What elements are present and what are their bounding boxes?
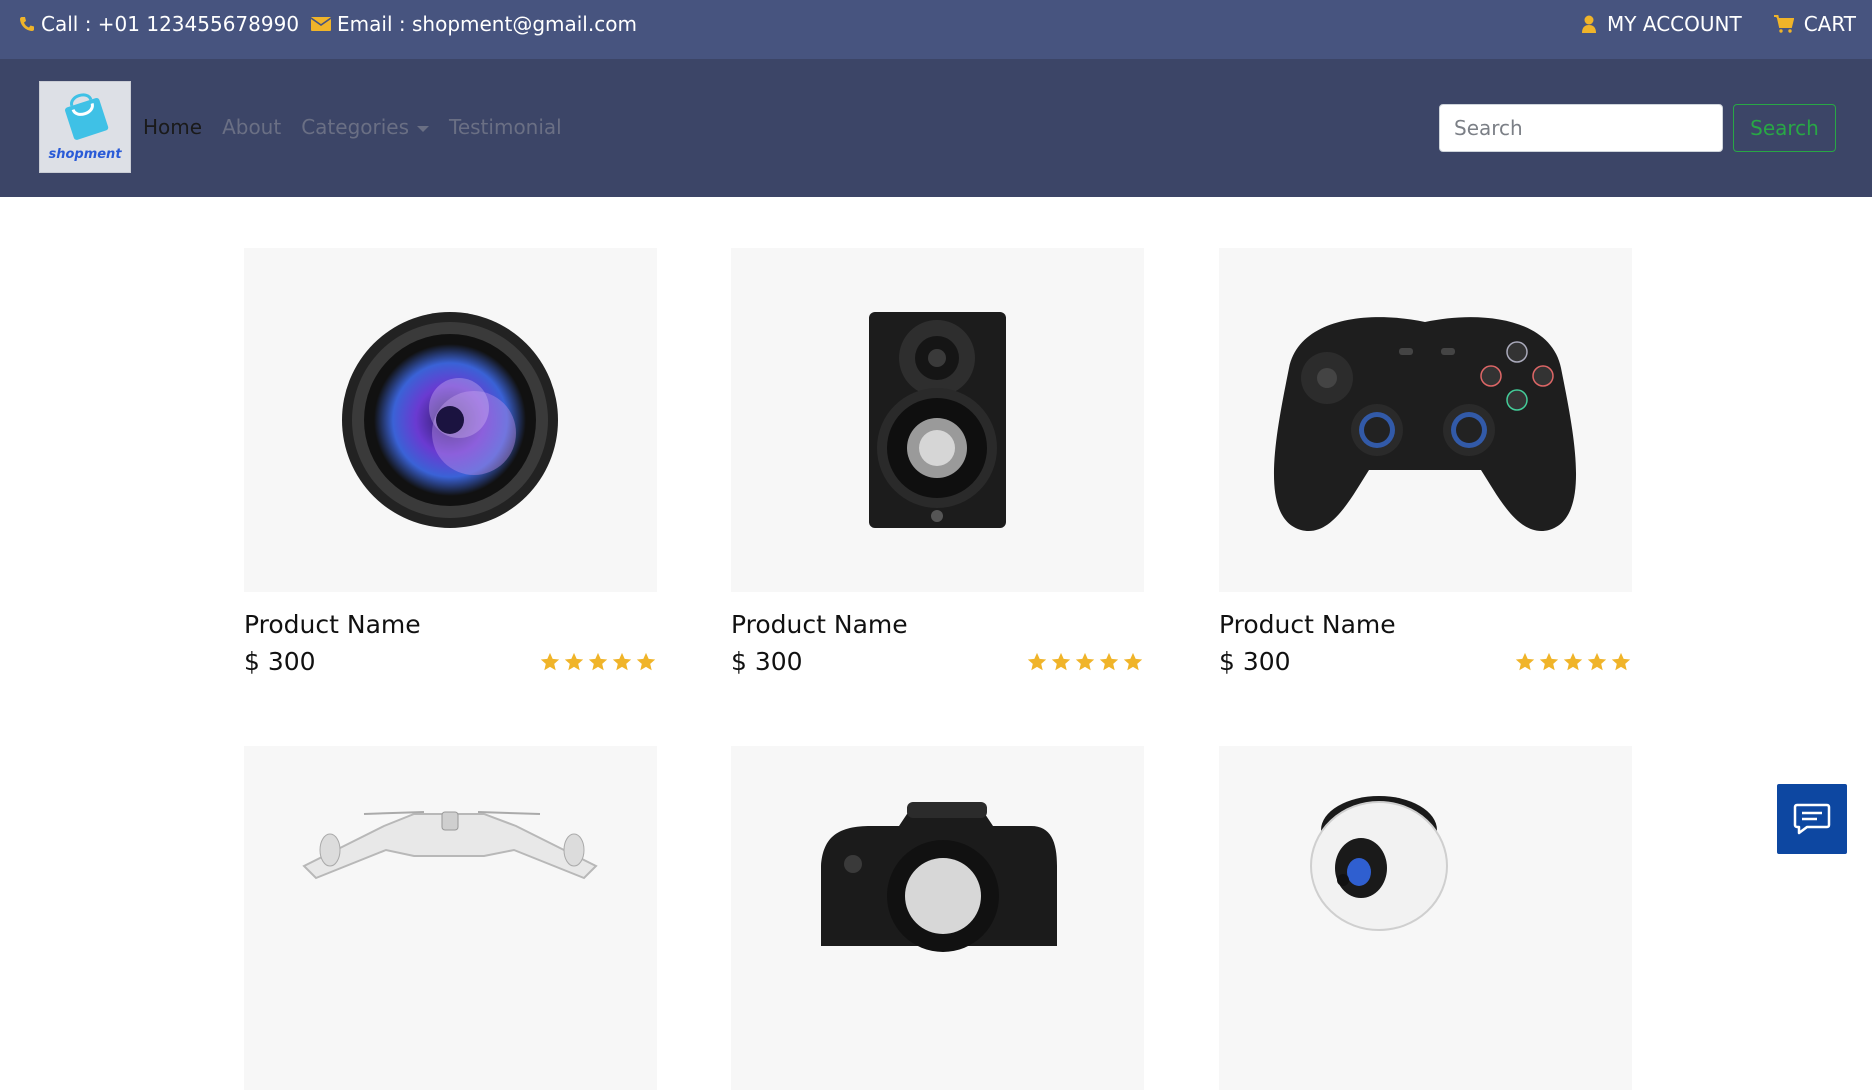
star-icon xyxy=(1051,652,1071,670)
product-name[interactable]: Product Name xyxy=(1219,610,1632,639)
star-icon xyxy=(588,652,608,670)
star-icon xyxy=(1563,652,1583,670)
contact-info: Call : +01 123455678990 Email : shopment… xyxy=(19,12,637,36)
nav-links: Home About Categories Testimonial xyxy=(143,115,582,139)
cart-label: CART xyxy=(1803,12,1856,36)
star-icon xyxy=(1027,652,1047,670)
phone-icon xyxy=(20,17,34,31)
camera-lens-image xyxy=(342,312,558,528)
product-card[interactable]: Product Name $ 300 xyxy=(1219,248,1632,676)
star-icon xyxy=(564,652,584,670)
speaker-image xyxy=(869,312,1006,528)
gamepad-image xyxy=(1273,317,1577,532)
product-card[interactable] xyxy=(1219,746,1632,1090)
nav-testimonial[interactable]: Testimonial xyxy=(449,115,562,139)
rating-stars xyxy=(1512,651,1632,673)
caret-down-icon xyxy=(417,125,430,132)
call-text: Call : +01 123455678990 xyxy=(41,12,300,36)
search-input[interactable] xyxy=(1439,104,1723,152)
product-name[interactable]: Product Name xyxy=(244,610,657,639)
email-text: Email : shopment@gmail.com xyxy=(337,12,637,36)
chat-widget-button[interactable] xyxy=(1777,784,1847,854)
product-image[interactable] xyxy=(1219,248,1632,592)
nav-categories-label: Categories xyxy=(301,115,410,139)
my-account-link[interactable]: MY ACCOUNT xyxy=(1581,12,1742,36)
star-icon xyxy=(1611,652,1631,670)
star-icon xyxy=(1123,652,1143,670)
product-name[interactable]: Product Name xyxy=(731,610,1144,639)
product-card[interactable] xyxy=(731,746,1144,1090)
star-icon xyxy=(1099,652,1119,670)
logo-text: shopment xyxy=(48,147,122,162)
nav-about[interactable]: About xyxy=(222,115,281,139)
robot-camera-image xyxy=(1310,796,1448,931)
product-card[interactable] xyxy=(244,746,657,1090)
envelope-icon xyxy=(311,17,332,31)
product-image[interactable] xyxy=(1219,746,1632,1090)
product-image[interactable] xyxy=(244,248,657,592)
cart-icon xyxy=(1773,15,1794,33)
product-image[interactable] xyxy=(731,248,1144,592)
account-links: MY ACCOUNT CART xyxy=(1549,12,1856,36)
chat-bubble-icon xyxy=(1793,803,1831,835)
brand-logo[interactable]: shopment xyxy=(39,81,131,173)
star-icon xyxy=(1587,652,1607,670)
user-icon xyxy=(1582,15,1597,33)
star-icon xyxy=(1539,652,1559,670)
product-price: $ 300 xyxy=(1219,647,1291,676)
top-bar: Call : +01 123455678990 Email : shopment… xyxy=(0,0,1872,59)
product-image[interactable] xyxy=(244,746,657,1090)
search-button[interactable]: Search xyxy=(1733,104,1836,152)
call-link[interactable]: Call : +01 123455678990 xyxy=(19,12,299,36)
cart-link[interactable]: CART xyxy=(1773,12,1856,36)
drone-image xyxy=(302,811,598,880)
star-icon xyxy=(1515,652,1535,670)
shopping-bag-icon xyxy=(65,93,109,140)
star-icon xyxy=(1075,652,1095,670)
dslr-camera-image xyxy=(821,802,1057,952)
product-image[interactable] xyxy=(731,746,1144,1090)
star-icon xyxy=(612,652,632,670)
nav-home[interactable]: Home xyxy=(143,115,202,139)
my-account-label: MY ACCOUNT xyxy=(1607,12,1742,36)
main-navbar: shopment Home About Categories Testimoni… xyxy=(0,59,1872,197)
product-card[interactable]: Product Name $ 300 xyxy=(244,248,657,676)
product-price: $ 300 xyxy=(244,647,316,676)
nav-categories-dropdown[interactable]: Categories xyxy=(301,115,430,139)
rating-stars xyxy=(537,651,657,673)
rating-stars xyxy=(1024,651,1144,673)
email-link[interactable]: Email : shopment@gmail.com xyxy=(311,12,637,36)
product-card[interactable]: Product Name $ 300 xyxy=(731,248,1144,676)
star-icon xyxy=(540,652,560,670)
product-price: $ 300 xyxy=(731,647,803,676)
star-icon xyxy=(636,652,656,670)
